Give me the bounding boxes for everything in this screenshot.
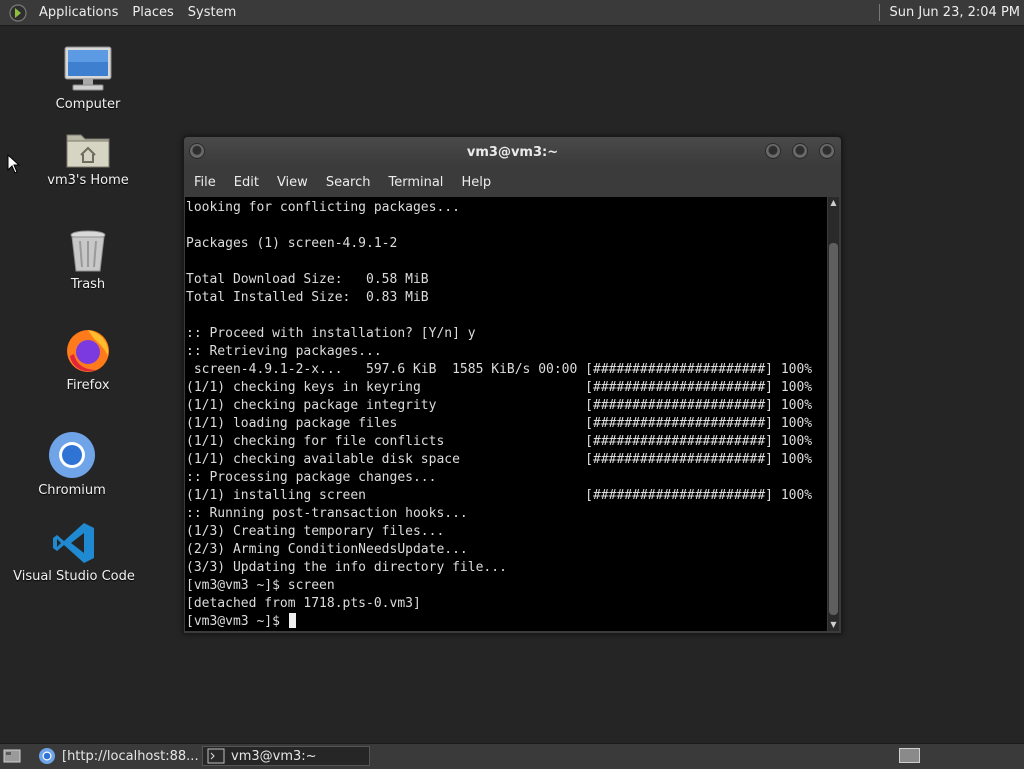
mouse-pointer-icon	[7, 154, 21, 174]
menu-search[interactable]: Search	[317, 175, 380, 190]
terminal-line: (3/3) Updating the info directory file..…	[186, 559, 827, 577]
terminal-scrollbar[interactable]: ▲ ▼	[828, 197, 839, 631]
home-folder-icon	[65, 129, 111, 169]
terminal-icon	[207, 748, 225, 764]
scrollbar-thumb[interactable]	[829, 243, 838, 615]
trash-icon	[68, 229, 108, 273]
desktop-icon-label: Chromium	[38, 483, 106, 498]
menu-file[interactable]: File	[185, 175, 225, 190]
terminal-text: looking for conflicting packages... Packa…	[185, 197, 827, 631]
desktop-icon-label: Trash	[71, 277, 105, 292]
terminal-line: (1/1) loading package files [###########…	[186, 415, 827, 433]
top-panel: Applications Places System Sun Jun 23, 2…	[0, 0, 1024, 26]
chromium-icon	[48, 431, 96, 479]
terminal-line: :: Proceed with installation? [Y/n] y	[186, 325, 827, 343]
computer-icon	[63, 45, 113, 93]
terminal-prompt-line[interactable]: [vm3@vm3 ~]$	[186, 613, 827, 631]
close-button[interactable]	[819, 143, 835, 159]
terminal-line	[186, 307, 827, 325]
desktop-icon-vscode[interactable]: Visual Studio Code	[4, 521, 144, 584]
terminal-line: Total Download Size: 0.58 MiB	[186, 271, 827, 289]
chromium-icon	[38, 747, 56, 765]
desktop-icon-firefox[interactable]: Firefox	[18, 326, 158, 393]
applications-menu[interactable]: Applications	[33, 5, 124, 20]
terminal-line: looking for conflicting packages...	[186, 199, 827, 217]
terminal-menubar: File Edit View Search Terminal Help	[184, 168, 841, 196]
desktop-icon-label: Visual Studio Code	[13, 569, 135, 584]
desktop-icon-computer[interactable]: Computer	[18, 45, 158, 112]
window-title: vm3@vm3:~	[184, 145, 841, 160]
terminal-line: (1/1) installing screen [###############…	[186, 487, 827, 505]
menu-terminal[interactable]: Terminal	[379, 175, 452, 190]
mate-menu-icon[interactable]	[9, 4, 27, 22]
terminal-line	[186, 253, 827, 271]
terminal-prompt: [vm3@vm3 ~]$	[186, 614, 288, 629]
taskbar-item-browser[interactable]: [http://localhost:88...	[34, 746, 200, 766]
terminal-line: (1/1) checking available disk space [###…	[186, 451, 827, 469]
desktop-icon-trash[interactable]: Trash	[18, 229, 158, 292]
desktop-icon-home[interactable]: vm3's Home	[18, 129, 158, 188]
taskbar-item-terminal[interactable]: vm3@vm3:~	[202, 746, 370, 766]
vscode-icon	[52, 521, 96, 565]
bottom-panel: [http://localhost:88... vm3@vm3:~	[0, 743, 1024, 769]
terminal-line: Total Installed Size: 0.83 MiB	[186, 289, 827, 307]
menu-edit[interactable]: Edit	[225, 175, 268, 190]
scroll-down-arrow-icon[interactable]: ▼	[828, 619, 839, 631]
terminal-line: [vm3@vm3 ~]$ screen	[186, 577, 827, 595]
clock[interactable]: Sun Jun 23, 2:04 PM	[890, 5, 1021, 20]
taskbar-item-label: [http://localhost:88...	[62, 749, 199, 764]
menu-view[interactable]: View	[268, 175, 317, 190]
clock-area: Sun Jun 23, 2:04 PM	[879, 0, 1024, 25]
terminal-line: (1/1) checking package integrity [######…	[186, 397, 827, 415]
terminal-output[interactable]: looking for conflicting packages... Packa…	[185, 197, 827, 631]
desktop-icon-label: Computer	[56, 97, 121, 112]
places-menu[interactable]: Places	[126, 5, 179, 20]
menu-help[interactable]: Help	[452, 175, 500, 190]
firefox-icon	[64, 326, 112, 374]
text-cursor	[289, 613, 296, 628]
desktop-icon-chromium[interactable]: Chromium	[2, 431, 142, 498]
workspace-switcher[interactable]	[899, 748, 920, 763]
terminal-line: screen-4.9.1-2-x... 597.6 KiB 1585 KiB/s…	[186, 361, 827, 379]
taskbar-item-label: vm3@vm3:~	[231, 749, 317, 764]
show-desktop-icon[interactable]	[3, 748, 21, 764]
desktop-icon-label: vm3's Home	[47, 173, 129, 188]
scroll-up-arrow-icon[interactable]: ▲	[828, 197, 839, 209]
window-titlebar[interactable]: vm3@vm3:~	[184, 137, 841, 167]
terminal-line: (2/3) Arming ConditionNeedsUpdate...	[186, 541, 827, 559]
terminal-line: (1/3) Creating temporary files...	[186, 523, 827, 541]
terminal-line: :: Processing package changes...	[186, 469, 827, 487]
terminal-line: :: Retrieving packages...	[186, 343, 827, 361]
minimize-button[interactable]	[765, 143, 781, 159]
terminal-line: (1/1) checking for file conflicts [#####…	[186, 433, 827, 451]
terminal-line: (1/1) checking keys in keyring [########…	[186, 379, 827, 397]
desktop-icon-label: Firefox	[66, 378, 109, 393]
terminal-window[interactable]: vm3@vm3:~ File Edit View Search Terminal…	[183, 136, 842, 634]
terminal-line: [detached from 1718.pts-0.vm3]	[186, 595, 827, 613]
terminal-line: Packages (1) screen-4.9.1-2	[186, 235, 827, 253]
terminal-line: :: Running post-transaction hooks...	[186, 505, 827, 523]
panel-separator	[879, 4, 880, 21]
maximize-button[interactable]	[792, 143, 808, 159]
system-menu[interactable]: System	[182, 5, 242, 20]
terminal-line	[186, 217, 827, 235]
